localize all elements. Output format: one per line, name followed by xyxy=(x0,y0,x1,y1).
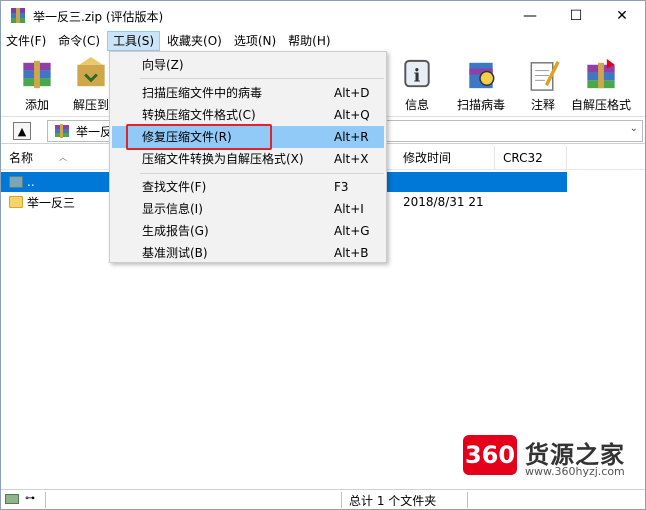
menu-item-shortcut: Alt+X xyxy=(334,152,369,166)
window-title: 举一反三.zip (评估版本) xyxy=(33,9,164,24)
menu-item-shortcut: Alt+D xyxy=(334,86,370,100)
up-arrow-icon: ▲ xyxy=(17,124,27,138)
drive-icon xyxy=(5,494,19,504)
menu-item-label: 压缩文件转换为自解压格式(X) xyxy=(142,152,304,166)
extract-button-label: 解压到 xyxy=(72,98,109,112)
menu-item-label: 基准测试(B) xyxy=(142,246,208,260)
add-archive-icon xyxy=(23,60,51,89)
menu-item-label: 查找文件(F) xyxy=(142,180,207,194)
extract-button[interactable]: 解压到 xyxy=(71,53,111,113)
menu-item-benchmark[interactable]: 基准测试(B) Alt+B xyxy=(112,242,384,264)
chevron-down-icon[interactable]: ⌄ xyxy=(630,123,638,134)
column-crc32[interactable]: CRC32 xyxy=(495,146,567,170)
zip-file-icon xyxy=(55,124,69,138)
scan-virus-button[interactable]: 扫描病毒 xyxy=(457,53,505,113)
comment-button-label: 注释 xyxy=(530,98,555,112)
menu-item-scan-virus[interactable]: 扫描压缩文件中的病毒 Alt+D xyxy=(112,82,384,104)
maximize-button[interactable]: ☐ xyxy=(553,1,599,31)
key-icon: ⊶ xyxy=(25,493,35,504)
status-divider xyxy=(45,492,46,508)
column-name[interactable]: 名称 ︿ xyxy=(1,146,123,170)
comment-icon xyxy=(530,60,560,91)
status-divider xyxy=(341,492,342,508)
menu-commands[interactable]: 命令(C) xyxy=(53,31,105,51)
menu-separator xyxy=(140,78,384,79)
file-name: .. xyxy=(27,175,35,189)
menu-tools[interactable]: 工具(S) xyxy=(107,31,161,51)
menu-item-shortcut: Alt+Q xyxy=(334,108,370,122)
add-button-label: 添加 xyxy=(24,98,49,112)
menu-item-find-files[interactable]: 查找文件(F) F3 xyxy=(112,176,384,198)
watermark-logo: 360 货源之家 www.360hyzj.com xyxy=(463,435,639,481)
scan-virus-button-label: 扫描病毒 xyxy=(457,98,506,112)
menu-item-label: 向导(Z) xyxy=(142,58,184,72)
highlight-annotation-box xyxy=(126,124,272,150)
comment-button[interactable]: 注释 xyxy=(523,53,563,113)
menu-file[interactable]: 文件(F) xyxy=(1,31,51,51)
status-text: 总计 1 个文件夹 xyxy=(349,494,437,508)
watermark-badge: 360 xyxy=(463,435,517,475)
file-name: 举一反三 xyxy=(27,195,76,210)
watermark-url: www.360hyzj.com xyxy=(525,465,625,478)
column-name-label: 名称 xyxy=(9,151,34,165)
menu-item-label: 显示信息(I) xyxy=(142,202,203,216)
menu-item-generate-report[interactable]: 生成报告(G) Alt+G xyxy=(112,220,384,242)
column-crc32-label: CRC32 xyxy=(503,151,543,165)
menu-bar: 文件(F) 命令(C) 工具(S) 收藏夹(O) 选项(N) 帮助(H) xyxy=(1,31,645,51)
menu-favorites[interactable]: 收藏夹(O) xyxy=(162,31,227,51)
sort-ascending-icon: ︿ xyxy=(59,153,67,162)
winrar-app-icon xyxy=(11,8,25,23)
menu-item-shortcut: Alt+R xyxy=(334,130,369,144)
menu-item-shortcut: Alt+I xyxy=(334,202,364,216)
sfx-icon xyxy=(587,58,615,89)
menu-item-shortcut: Alt+G xyxy=(334,224,370,238)
tools-dropdown-menu: 向导(Z) 扫描压缩文件中的病毒 Alt+D 转换压缩文件格式(C) Alt+Q… xyxy=(109,51,387,263)
column-modified[interactable]: 修改时间 xyxy=(395,146,495,170)
folder-icon xyxy=(9,196,23,208)
menu-help[interactable]: 帮助(H) xyxy=(283,31,335,51)
menu-item-label: 转换压缩文件格式(C) xyxy=(142,108,256,122)
title-bar: 举一反三.zip (评估版本) — ☐ ✕ xyxy=(1,1,645,31)
file-date: 2018/8/31 21 xyxy=(403,195,484,209)
minimize-button[interactable]: — xyxy=(507,1,553,31)
menu-item-label: 扫描压缩文件中的病毒 xyxy=(142,86,263,100)
menu-separator xyxy=(140,173,384,174)
menu-item-show-info[interactable]: 显示信息(I) Alt+I xyxy=(112,198,384,220)
menu-item-shortcut: F3 xyxy=(334,180,349,194)
svg-text:i: i xyxy=(414,66,421,86)
info-icon: i xyxy=(404,59,430,88)
sfx-button-label: 自解压格式 xyxy=(571,98,632,112)
menu-options[interactable]: 选项(N) xyxy=(229,31,281,51)
extract-icon xyxy=(77,56,105,87)
sfx-button[interactable]: 自解压格式 xyxy=(571,53,631,113)
menu-item-label: 生成报告(G) xyxy=(142,224,209,238)
menu-item-wizard[interactable]: 向导(Z) xyxy=(112,54,384,76)
add-button[interactable]: 添加 xyxy=(17,53,57,113)
up-folder-button[interactable]: ▲ xyxy=(13,122,31,140)
menu-item-shortcut: Alt+B xyxy=(334,246,369,260)
parent-folder-icon xyxy=(9,176,23,188)
menu-item-convert-format[interactable]: 转换压缩文件格式(C) Alt+Q xyxy=(112,104,384,126)
status-divider xyxy=(467,492,468,508)
status-bar: ⊶ 总计 1 个文件夹 xyxy=(1,489,645,509)
menu-item-convert-sfx[interactable]: 压缩文件转换为自解压格式(X) Alt+X xyxy=(112,148,384,170)
info-button[interactable]: i 信息 xyxy=(397,53,437,113)
info-button-label: 信息 xyxy=(404,98,429,112)
close-button[interactable]: ✕ xyxy=(599,1,645,31)
virus-scan-icon xyxy=(469,62,495,89)
winrar-window: 举一反三.zip (评估版本) — ☐ ✕ 文件(F) 命令(C) 工具(S) … xyxy=(0,0,646,510)
column-modified-label: 修改时间 xyxy=(403,151,452,165)
